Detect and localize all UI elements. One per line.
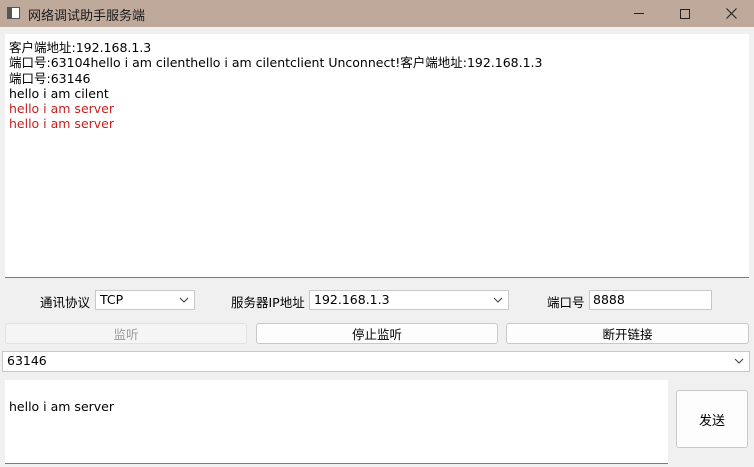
protocol-label: 通讯协议 [40, 295, 91, 310]
stop-listen-button[interactable]: 停止监听 [256, 323, 498, 344]
protocol-value: TCP [100, 292, 124, 307]
log-line: hello i am server [9, 116, 115, 132]
chevron-down-icon [493, 297, 503, 303]
send-message-input[interactable]: hello i am server [5, 380, 668, 464]
window-title: 网络调试助手服务端 [28, 9, 146, 24]
disconnect-button[interactable]: 断开链接 [506, 323, 749, 344]
log-line: 端口号:63104hello i am cilenthello i am cil… [9, 55, 543, 71]
receive-log[interactable]: 客户端地址:192.168.1.3 端口号:63104hello i am cil… [5, 34, 749, 278]
port-value: 8888 [593, 292, 625, 307]
title-bar: 网络调试助手服务端 [0, 0, 754, 27]
minimize-button[interactable] [616, 0, 662, 27]
close-button[interactable] [708, 0, 754, 27]
send-message-text: hello i am server [9, 399, 115, 414]
minimize-icon [634, 13, 644, 14]
listen-button[interactable]: 监听 [5, 323, 247, 344]
log-line: 端口号:63146 [9, 70, 91, 86]
port-input[interactable]: 8888 [589, 290, 712, 310]
client-select-value: 63146 [7, 353, 47, 368]
protocol-select[interactable]: TCP [95, 290, 195, 310]
chevron-down-icon [734, 358, 744, 364]
maximize-icon [680, 8, 690, 19]
send-button[interactable]: 发送 [676, 390, 748, 448]
ip-select[interactable]: 192.168.1.3 [309, 290, 509, 310]
close-icon [725, 8, 737, 19]
log-line: hello i am server [9, 101, 115, 117]
log-line: 客户端地址:192.168.1.3 [9, 40, 152, 55]
client-select[interactable]: 63146 [2, 351, 750, 372]
ip-value: 192.168.1.3 [314, 292, 390, 307]
port-label: 端口号 [547, 295, 585, 310]
log-line: hello i am cilent [9, 85, 109, 101]
ip-label: 服务器IP地址 [231, 295, 305, 310]
maximize-button[interactable] [662, 0, 708, 27]
chevron-down-icon [179, 297, 189, 303]
app-window-icon [7, 7, 20, 19]
